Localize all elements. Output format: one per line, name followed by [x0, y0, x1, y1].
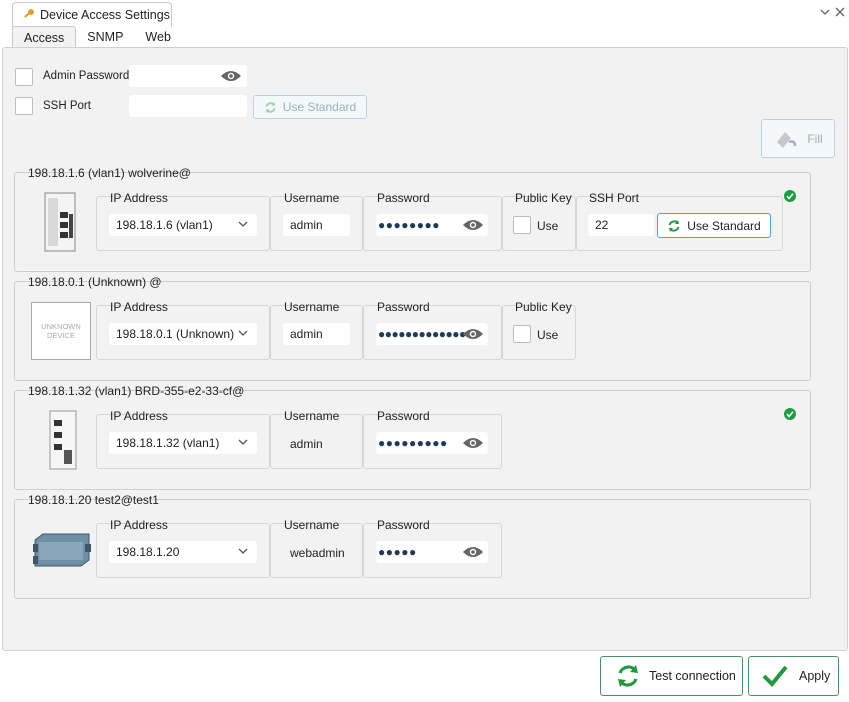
tab-access[interactable]: Access — [12, 26, 77, 49]
eye-icon[interactable] — [220, 69, 242, 86]
ip-address-value: 198.18.0.1 (Unknown) — [116, 327, 235, 341]
ip-address-label: IP Address — [110, 300, 168, 314]
username-value: admin — [290, 218, 323, 232]
tab-web[interactable]: Web — [134, 26, 181, 48]
password-input[interactable]: ●●●●● — [376, 541, 488, 563]
password-value: ●●●●● — [378, 545, 417, 559]
apply-label: Apply — [799, 669, 831, 683]
chevron-down-icon — [237, 436, 249, 451]
admin-password-label: Admin Password — [43, 70, 130, 82]
password-label: Password — [377, 300, 430, 314]
device-use-standard-button[interactable]: Use Standard — [657, 213, 771, 238]
eye-icon[interactable] — [462, 218, 484, 235]
eye-icon[interactable] — [462, 327, 484, 344]
ssh-port-value: 22 — [595, 218, 609, 232]
username-value: webadmin — [290, 546, 345, 560]
username-label: Username — [284, 191, 340, 205]
ip-address-select[interactable]: 198.18.1.6 (vlan1) — [109, 214, 257, 236]
chevron-down-icon — [237, 327, 249, 342]
ip-address-select[interactable]: 198.18.0.1 (Unknown) — [109, 323, 257, 345]
ssh-port-field[interactable]: 22 — [588, 214, 654, 236]
device-title: 198.18.1.32 (vlan1) BRD-355-e2-33-cf@ — [28, 384, 245, 398]
ip-address-value: 198.18.1.32 (vlan1) — [116, 436, 220, 450]
test-connection-label: Test connection — [649, 669, 736, 683]
device-title: 198.18.1.20 test2@test1 — [28, 493, 159, 507]
device-image — [46, 410, 78, 470]
username-value: admin — [290, 437, 323, 451]
admin-password-checkbox[interactable] — [15, 68, 33, 86]
ssh-port-checkbox[interactable] — [15, 97, 33, 115]
use-standard-button[interactable]: Use Standard — [253, 95, 367, 119]
username-label: Username — [284, 300, 340, 314]
ip-address-label: IP Address — [110, 409, 168, 423]
ip-address-label: IP Address — [110, 191, 168, 205]
refresh-icon — [264, 101, 277, 114]
fill-label: Fill — [807, 131, 823, 146]
key-icon — [23, 8, 35, 23]
tab-bar: Access SNMP Web — [12, 26, 182, 49]
ip-address-value: 198.18.1.6 (vlan1) — [116, 218, 213, 232]
username-input[interactable]: admin — [283, 214, 350, 236]
ssh-port-label: SSH Port — [43, 100, 91, 112]
chevron-down-icon[interactable] — [818, 6, 832, 20]
status-ok-icon — [784, 190, 796, 202]
ip-address-select[interactable]: 198.18.1.32 (vlan1) — [109, 432, 257, 454]
refresh-icon — [667, 219, 681, 233]
public-key-checkbox[interactable] — [513, 216, 531, 234]
device-image — [31, 530, 93, 568]
public-key-label: Public Key — [515, 300, 572, 314]
device-title: 198.18.0.1 (Unknown) @ — [28, 275, 162, 289]
password-input[interactable]: ●●●●●●●●● — [376, 432, 488, 454]
close-icon[interactable] — [833, 6, 847, 20]
public-key-use-label: Use — [537, 219, 559, 233]
username-value: admin — [290, 327, 323, 341]
status-ok-icon — [784, 408, 796, 420]
public-key-label: Public Key — [515, 191, 572, 205]
ip-address-label: IP Address — [110, 518, 168, 532]
unknown-device-text: UNKNOWN DEVICE — [41, 322, 81, 340]
apply-button[interactable]: Apply — [748, 656, 839, 696]
password-label: Password — [377, 409, 430, 423]
public-key-use-label: Use — [537, 328, 559, 342]
username-label: Username — [284, 518, 340, 532]
ip-address-select[interactable]: 198.18.1.20 — [109, 541, 257, 563]
tab-snmp[interactable]: SNMP — [76, 26, 134, 48]
use-standard-label: Use Standard — [282, 100, 357, 114]
eye-icon[interactable] — [462, 545, 484, 562]
public-key-checkbox[interactable] — [513, 325, 531, 343]
password-input[interactable]: ●●●●●●●●●●●●● — [376, 323, 488, 345]
password-label: Password — [377, 191, 430, 205]
checkmark-icon — [761, 664, 789, 688]
ssh-port-group-label: SSH Port — [589, 191, 640, 205]
window-title: Device Access Settings — [40, 8, 170, 22]
unknown-device-image: UNKNOWN DEVICE — [31, 302, 91, 360]
refresh-icon — [615, 663, 641, 689]
device-title: 198.18.1.6 (vlan1) wolverine@ — [28, 166, 191, 180]
username-label: Username — [284, 409, 340, 423]
device-image — [44, 192, 76, 252]
password-value: ●●●●●●●●●●●●● — [378, 327, 466, 341]
admin-password-input[interactable] — [129, 65, 247, 87]
use-standard-label: Use Standard — [687, 218, 761, 233]
test-connection-button[interactable]: Test connection — [600, 656, 743, 696]
chevron-down-icon — [237, 545, 249, 560]
password-value: ●●●●●●●●● — [378, 436, 448, 450]
password-input[interactable]: ●●●●●●●● — [376, 214, 488, 236]
eye-icon[interactable] — [462, 436, 484, 453]
chevron-down-icon — [237, 218, 249, 233]
fill-button[interactable]: Fill — [761, 119, 835, 158]
ssh-port-input[interactable] — [129, 95, 247, 117]
fill-icon — [773, 128, 799, 150]
ip-address-value: 198.18.1.20 — [116, 545, 180, 559]
username-input[interactable]: admin — [283, 323, 350, 345]
window-title-tab: Device Access Settings — [12, 2, 172, 27]
password-label: Password — [377, 518, 430, 532]
password-value: ●●●●●●●● — [378, 218, 440, 232]
